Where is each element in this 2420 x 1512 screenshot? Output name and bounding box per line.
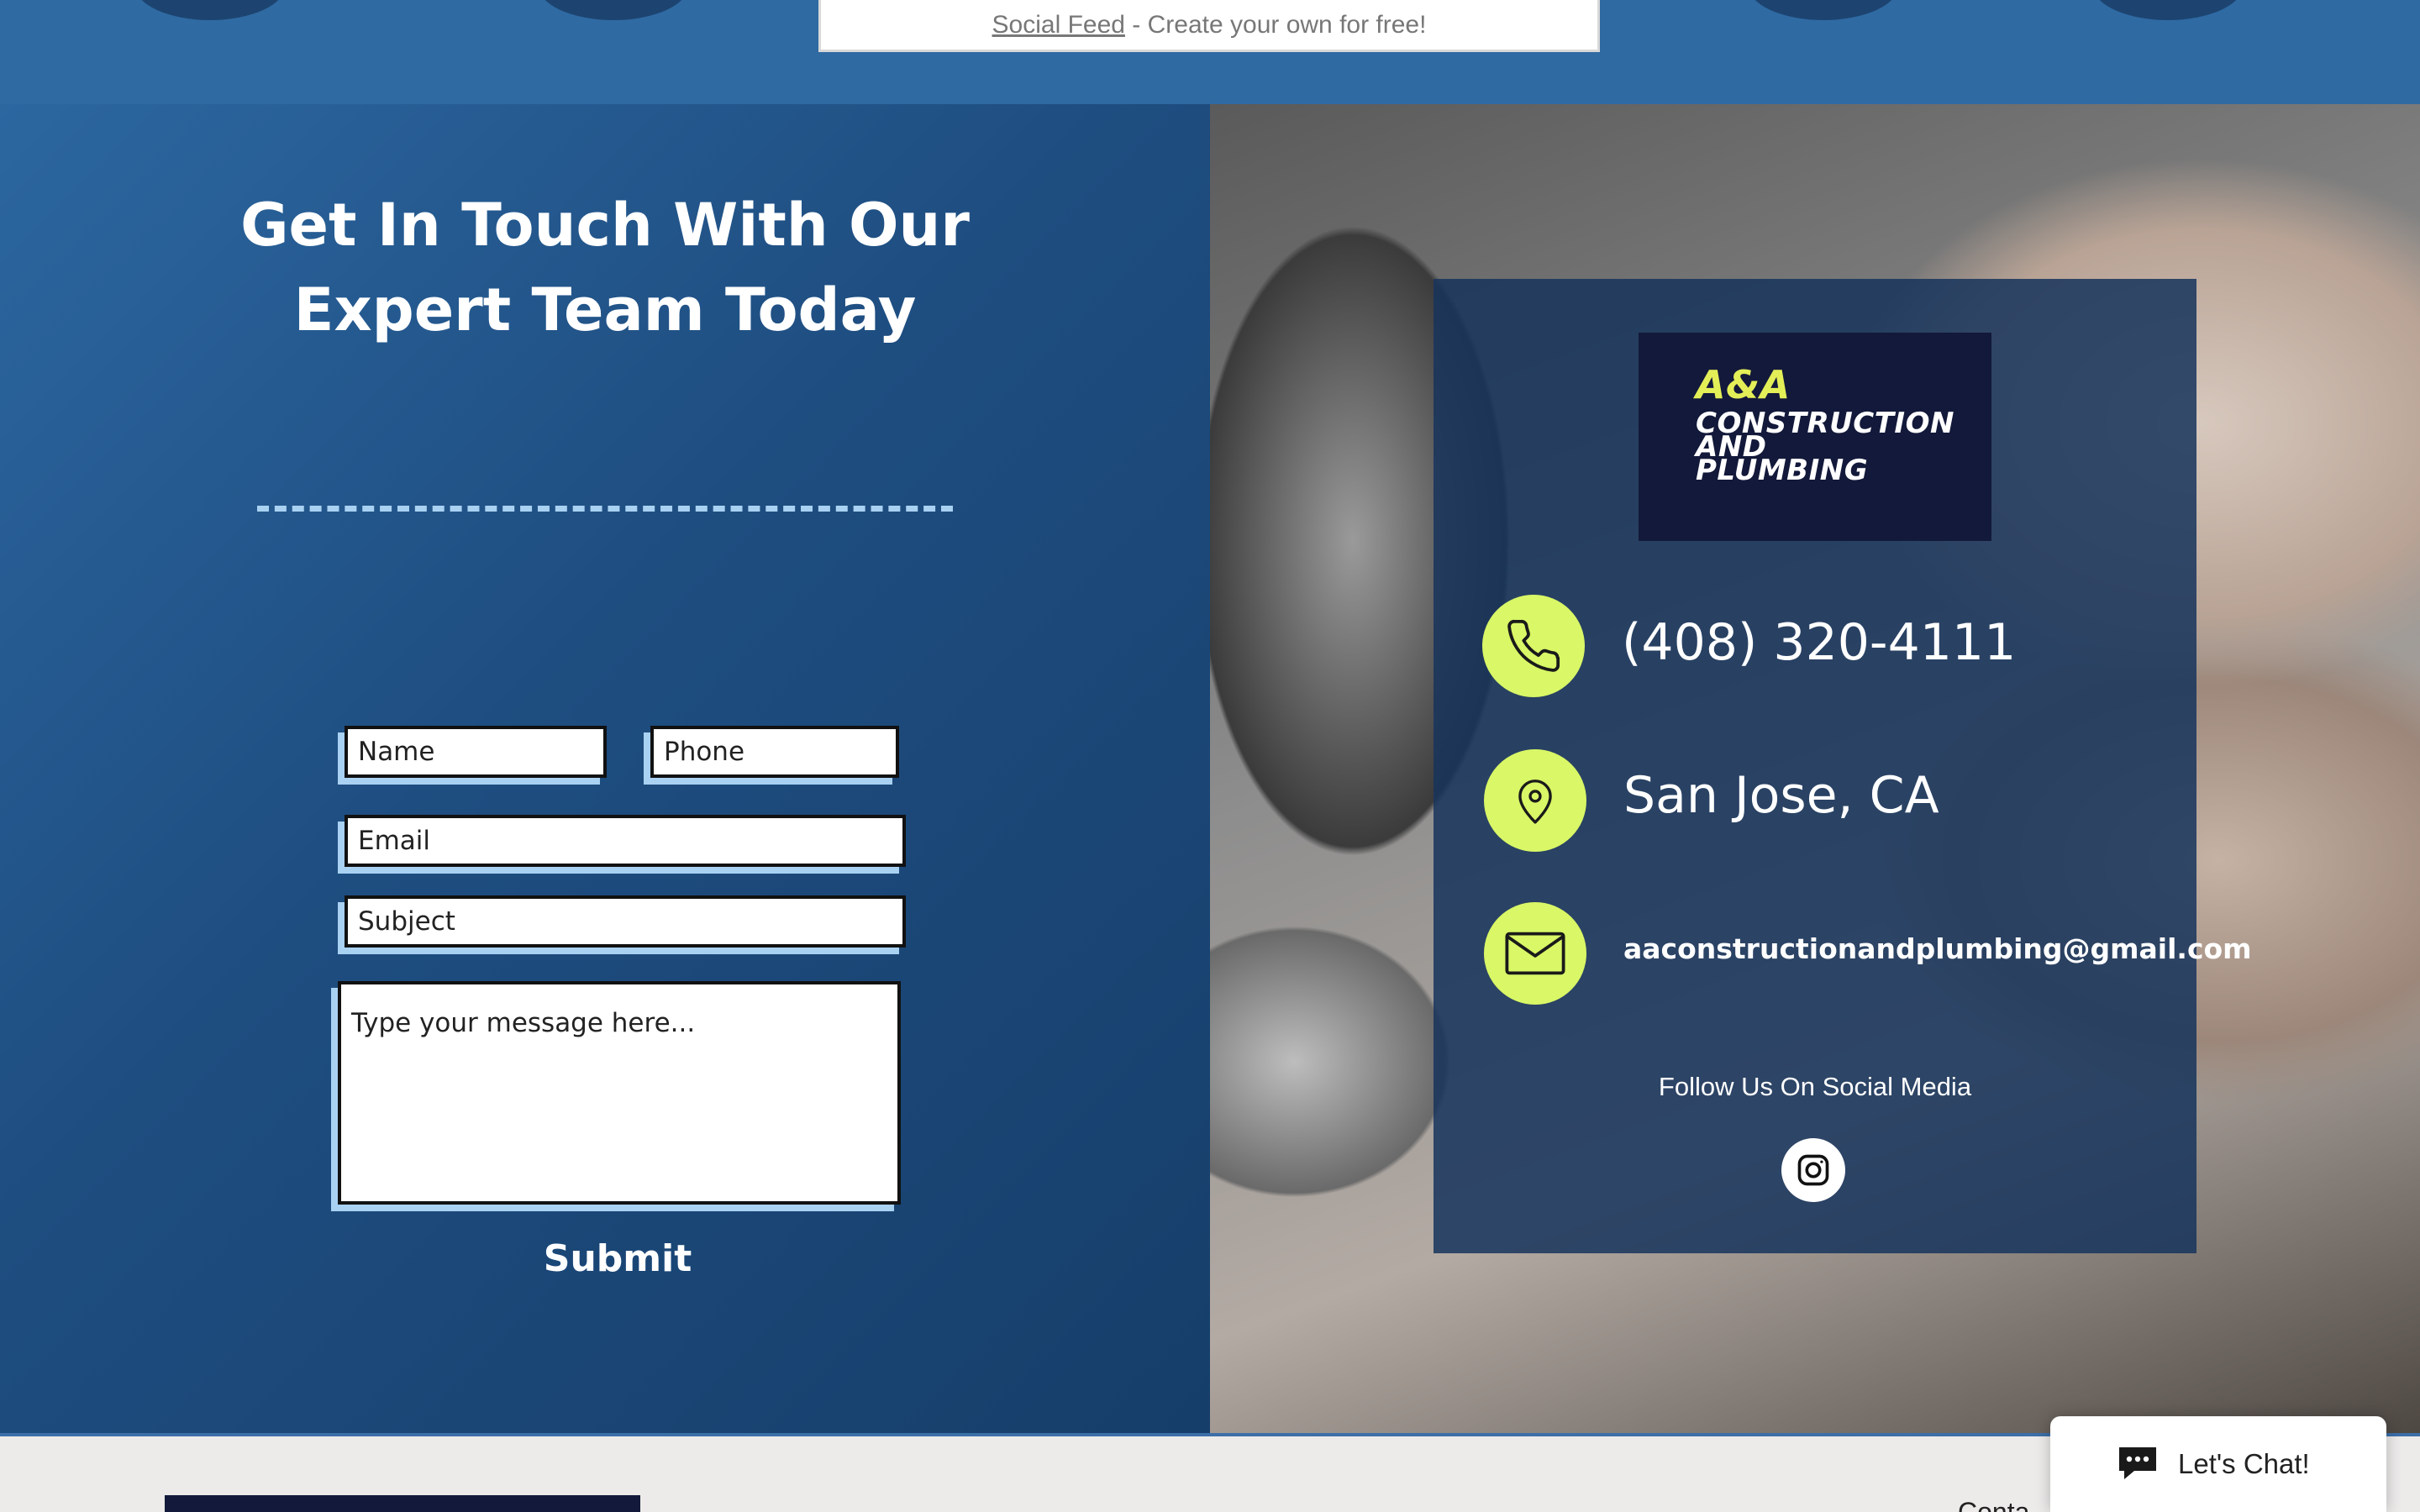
- location-text: San Jose, CA: [1623, 766, 1939, 825]
- name-placeholder: Name: [358, 737, 435, 767]
- contact-headline: Get In Touch With Our Expert Team Today: [240, 191, 970, 344]
- chat-label: Let's Chat!: [2178, 1448, 2310, 1479]
- phone-icon: [1482, 595, 1585, 697]
- phone-input[interactable]: Phone: [650, 726, 899, 778]
- social-feed-link[interactable]: Social Feed: [992, 11, 1125, 39]
- map-pin-icon: [1484, 749, 1586, 852]
- message-placeholder: Type your message here...: [351, 1008, 696, 1038]
- decorative-shape: [1748, 0, 1899, 20]
- email-placeholder: Email: [358, 826, 431, 856]
- logo-line-1: A&A: [1696, 362, 1791, 407]
- email-input[interactable]: Email: [345, 815, 906, 867]
- name-input[interactable]: Name: [345, 726, 607, 778]
- message-textarea[interactable]: Type your message here...: [338, 981, 901, 1205]
- phone-number[interactable]: (408) 320-4111: [1622, 613, 2016, 672]
- subject-placeholder: Subject: [358, 906, 455, 937]
- instagram-icon[interactable]: [1781, 1138, 1845, 1202]
- phone-placeholder: Phone: [664, 737, 745, 767]
- decorative-shape: [538, 0, 689, 20]
- footer-logo: [165, 1495, 640, 1512]
- social-feed-suffix: - Create your own for free!: [1124, 10, 1427, 39]
- dashed-divider: [257, 506, 953, 512]
- logo-line-4: PLUMBING: [1696, 454, 1869, 487]
- submit-button[interactable]: Submit: [496, 1231, 739, 1287]
- follow-label: Follow Us On Social Media: [1658, 1072, 1972, 1101]
- chat-bubble-icon: [2116, 1442, 2160, 1487]
- footer-nav-text[interactable]: Conta: [1958, 1495, 2029, 1512]
- decorative-shape: [134, 0, 286, 20]
- subject-input[interactable]: Subject: [345, 895, 906, 948]
- email-address[interactable]: aaconstructionandplumbing@gmail.com: [1623, 932, 2252, 965]
- decorative-shape: [2092, 0, 2244, 20]
- social-feed-bar: Social Feed - Create your own for free!: [818, 0, 1600, 52]
- top-strip: Social Feed - Create your own for free!: [0, 0, 2420, 104]
- chat-widget-button[interactable]: Let's Chat!: [2050, 1416, 2386, 1512]
- envelope-icon: [1484, 902, 1586, 1005]
